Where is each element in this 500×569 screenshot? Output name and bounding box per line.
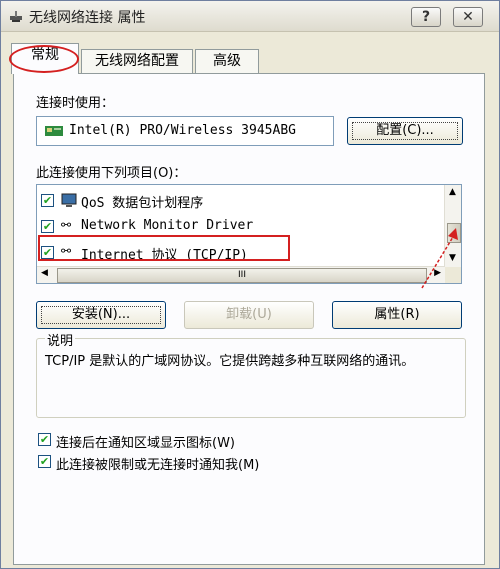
list-item[interactable]: ✔ QoS 数据包计划程序 (41, 191, 441, 211)
network-connection-icon (10, 11, 22, 22)
annotation-arrow (421, 228, 458, 289)
monitor-icon (61, 193, 77, 207)
close-button[interactable]: ✕ (453, 7, 483, 27)
notify-label: 此连接被限制或无连接时通知我(M) (56, 458, 260, 473)
item-label-qos: QoS 数据包计划程序 (81, 196, 204, 211)
show-icon-checkbox[interactable]: ✔ (38, 433, 51, 446)
components-list: ✔ QoS 数据包计划程序 ✔ ⚯ Network Monitor Driver… (36, 184, 462, 284)
show-icon-option[interactable]: ✔ 连接后在通知区域显示图标(W) (38, 432, 338, 452)
window-title: 无线网络连接 属性 (29, 10, 146, 26)
tab-wireless-config[interactable]: 无线网络配置 (81, 49, 193, 73)
description-group: 说明 TCP/IP 是默认的广域网协议。它提供跨越多种互联网络的通讯。 (36, 330, 466, 418)
network-adapter-icon (45, 126, 63, 136)
adapter-field: Intel(R) PRO/Wireless 3945ABG (36, 116, 334, 146)
uninstall-button[interactable]: 卸载(U) (184, 301, 314, 329)
help-button[interactable]: ? (411, 7, 441, 27)
title-bar[interactable]: 无线网络连接 属性 ? ✕ (1, 1, 499, 32)
protocol-icon: ⚯ (61, 218, 72, 232)
configure-button[interactable]: 配置(C)... (347, 117, 463, 145)
checkbox-qos[interactable]: ✔ (41, 194, 54, 207)
general-panel: 连接时使用： Intel(R) PRO/Wireless 3945ABG 配置(… (13, 73, 485, 565)
notify-checkbox[interactable]: ✔ (38, 455, 51, 468)
list-item[interactable]: ✔ ⚯ Network Monitor Driver (41, 217, 441, 237)
scroll-left-icon[interactable]: ◀ (41, 268, 48, 278)
properties-dialog: 无线网络连接 属性 ? ✕ 常规 无线网络配置 高级 连接时使用： Intel(… (0, 0, 500, 569)
items-label: 此连接使用下列项目(O)： (36, 166, 187, 181)
adapter-name: Intel(R) PRO/Wireless 3945ABG (69, 123, 296, 138)
notify-option[interactable]: ✔ 此连接被限制或无连接时通知我(M) (38, 454, 358, 474)
install-button[interactable]: 安装(N)... (36, 301, 166, 329)
properties-button[interactable]: 属性(R) (332, 301, 462, 329)
tab-highlight-ellipse (9, 45, 79, 73)
scroll-up-icon[interactable]: ▲ (449, 187, 456, 197)
tab-advanced[interactable]: 高级 (195, 49, 259, 73)
tcpip-highlight-box (38, 235, 290, 261)
horizontal-scroll-thumb[interactable]: III (57, 268, 427, 283)
connect-using-label: 连接时使用： (36, 96, 115, 111)
horizontal-scrollbar[interactable]: ◀ III ▶ (37, 266, 445, 283)
checkbox-netmon[interactable]: ✔ (41, 220, 54, 233)
description-text: TCP/IP 是默认的广域网协议。它提供跨越多种互联网络的通讯。 (45, 354, 415, 369)
show-icon-label: 连接后在通知区域显示图标(W) (56, 436, 235, 451)
item-label-netmon: Network Monitor Driver (81, 218, 254, 233)
description-title: 说明 (45, 330, 76, 349)
